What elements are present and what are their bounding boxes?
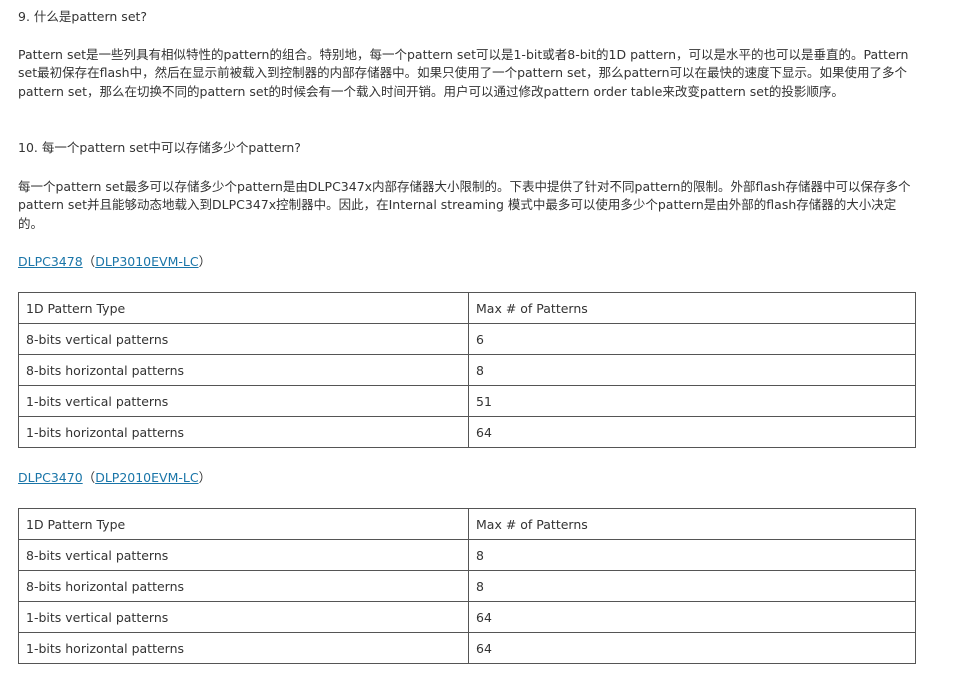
header-cell-max-patterns: Max # of Patterns [468, 508, 916, 540]
table-row: 1-bits horizontal patterns 64 [18, 632, 916, 664]
pattern-limits-table-dlpc3470: 1D Pattern Type Max # of Patterns 8-bits… [18, 508, 916, 664]
evm-link-dlp2010evm-lc[interactable]: DLP2010EVM-LC [95, 470, 198, 485]
table-row: 8-bits horizontal patterns 8 [18, 570, 916, 602]
max-patterns-cell: 64 [468, 632, 916, 664]
pattern-type-cell: 1-bits vertical patterns [18, 601, 469, 633]
table-header-row: 1D Pattern Type Max # of Patterns [18, 508, 916, 540]
paren-close: ） [198, 254, 212, 269]
pattern-type-cell: 8-bits horizontal patterns [18, 570, 469, 602]
table-row: 1-bits vertical patterns 51 [18, 385, 916, 417]
pattern-type-cell: 8-bits vertical patterns [18, 323, 469, 355]
max-patterns-cell: 8 [468, 539, 916, 571]
pattern-type-cell: 1-bits horizontal patterns [18, 632, 469, 664]
answer-10-paragraph: 每一个pattern set最多可以存储多少个pattern是由DLPC347x… [18, 179, 911, 231]
header-cell-pattern-type: 1D Pattern Type [18, 292, 469, 324]
evm-link-dlp3010evm-lc[interactable]: DLP3010EVM-LC [95, 254, 198, 269]
max-patterns-cell: 8 [468, 354, 916, 386]
controller-link-dlpc3470[interactable]: DLPC3470 [18, 470, 83, 485]
question-10-title: 10. 每一个pattern set中可以存储多少个pattern? [18, 140, 301, 155]
section-heading-dlpc3470: DLPC3470（DLP2010EVM-LC） [18, 469, 918, 487]
paren-open: （ [82, 254, 96, 269]
question-9-title: 9. 什么是pattern set? [18, 9, 148, 24]
paren-close: ） [198, 470, 212, 485]
faq-page: 9. 什么是pattern set? Pattern set是一些列具有相似特性… [0, 0, 956, 679]
table-row: 8-bits horizontal patterns 8 [18, 354, 916, 386]
header-cell-pattern-type: 1D Pattern Type [18, 508, 469, 540]
answer-9-paragraph: Pattern set是一些列具有相似特性的pattern的组合。特别地，每一个… [18, 47, 909, 99]
table-header-row: 1D Pattern Type Max # of Patterns [18, 292, 916, 324]
max-patterns-cell: 64 [468, 601, 916, 633]
controller-link-dlpc3478[interactable]: DLPC3478 [18, 254, 83, 269]
pattern-type-cell: 1-bits horizontal patterns [18, 416, 469, 448]
pattern-limits-table-dlpc3478: 1D Pattern Type Max # of Patterns 8-bits… [18, 292, 916, 448]
paren-open: （ [82, 470, 96, 485]
max-patterns-cell: 51 [468, 385, 916, 417]
max-patterns-cell: 6 [468, 323, 916, 355]
max-patterns-cell: 8 [468, 570, 916, 602]
section-heading-dlpc3478: DLPC3478（DLP3010EVM-LC） [18, 253, 918, 271]
table-row: 1-bits vertical patterns 64 [18, 601, 916, 633]
pattern-type-cell: 8-bits vertical patterns [18, 539, 469, 571]
table-row: 8-bits vertical patterns 8 [18, 539, 916, 571]
table-row: 8-bits vertical patterns 6 [18, 323, 916, 355]
table-row: 1-bits horizontal patterns 64 [18, 416, 916, 448]
header-cell-max-patterns: Max # of Patterns [468, 292, 916, 324]
pattern-type-cell: 1-bits vertical patterns [18, 385, 469, 417]
pattern-type-cell: 8-bits horizontal patterns [18, 354, 469, 386]
max-patterns-cell: 64 [468, 416, 916, 448]
